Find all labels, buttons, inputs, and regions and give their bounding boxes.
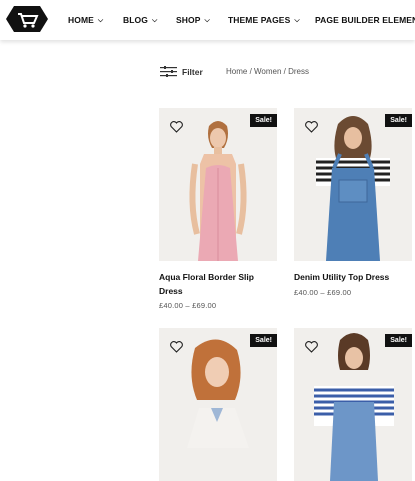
product-price: £40.00 – £69.00 bbox=[294, 288, 352, 297]
nav-item-theme-pages[interactable]: THEME PAGES ⌵ bbox=[228, 15, 300, 26]
product-image[interactable]: Sale! bbox=[294, 108, 412, 261]
heart-icon[interactable] bbox=[305, 121, 318, 133]
chevron-down-icon: ⌵ bbox=[97, 17, 104, 24]
chevron-down-icon: ⌵ bbox=[294, 17, 300, 24]
site-header: HOME ⌵ BLOG ⌵ SHOP ⌵ THEME PAGES ⌵ PAGE BUIL… bbox=[0, 0, 415, 40]
sale-badge: Sale! bbox=[250, 334, 277, 347]
product-image[interactable]: Sale! bbox=[159, 328, 277, 481]
sale-badge: Sale! bbox=[385, 334, 412, 347]
heart-icon[interactable] bbox=[170, 341, 183, 353]
heart-icon[interactable] bbox=[305, 341, 318, 353]
chevron-down-icon: ⌵ bbox=[204, 17, 210, 24]
product-price: £40.00 – £69.00 bbox=[159, 301, 217, 310]
cart-logo-icon[interactable] bbox=[4, 4, 50, 34]
nav-item-page-builder-element[interactable]: PAGE BUILDER ELEMENT bbox=[315, 15, 415, 25]
product-name[interactable]: Aqua Floral Border Slip Dress bbox=[159, 270, 277, 298]
nav-item-blog[interactable]: BLOG ⌵ bbox=[123, 15, 157, 26]
nav-item-shop[interactable]: SHOP ⌵ bbox=[176, 15, 210, 26]
heart-icon[interactable] bbox=[170, 121, 183, 133]
product-image[interactable]: Sale! bbox=[294, 328, 412, 481]
product-name[interactable]: Denim Utility Top Dress bbox=[294, 270, 412, 284]
breadcrumb: Home / Women / Dress bbox=[226, 67, 309, 76]
chevron-down-icon: ⌵ bbox=[151, 17, 158, 24]
nav-item-home[interactable]: HOME ⌵ bbox=[68, 15, 103, 26]
filter-icon[interactable] bbox=[160, 66, 177, 78]
filter-button[interactable]: Filter bbox=[182, 67, 203, 77]
sale-badge: Sale! bbox=[385, 114, 412, 127]
sale-badge: Sale! bbox=[250, 114, 277, 127]
product-image[interactable]: Sale! bbox=[159, 108, 277, 261]
